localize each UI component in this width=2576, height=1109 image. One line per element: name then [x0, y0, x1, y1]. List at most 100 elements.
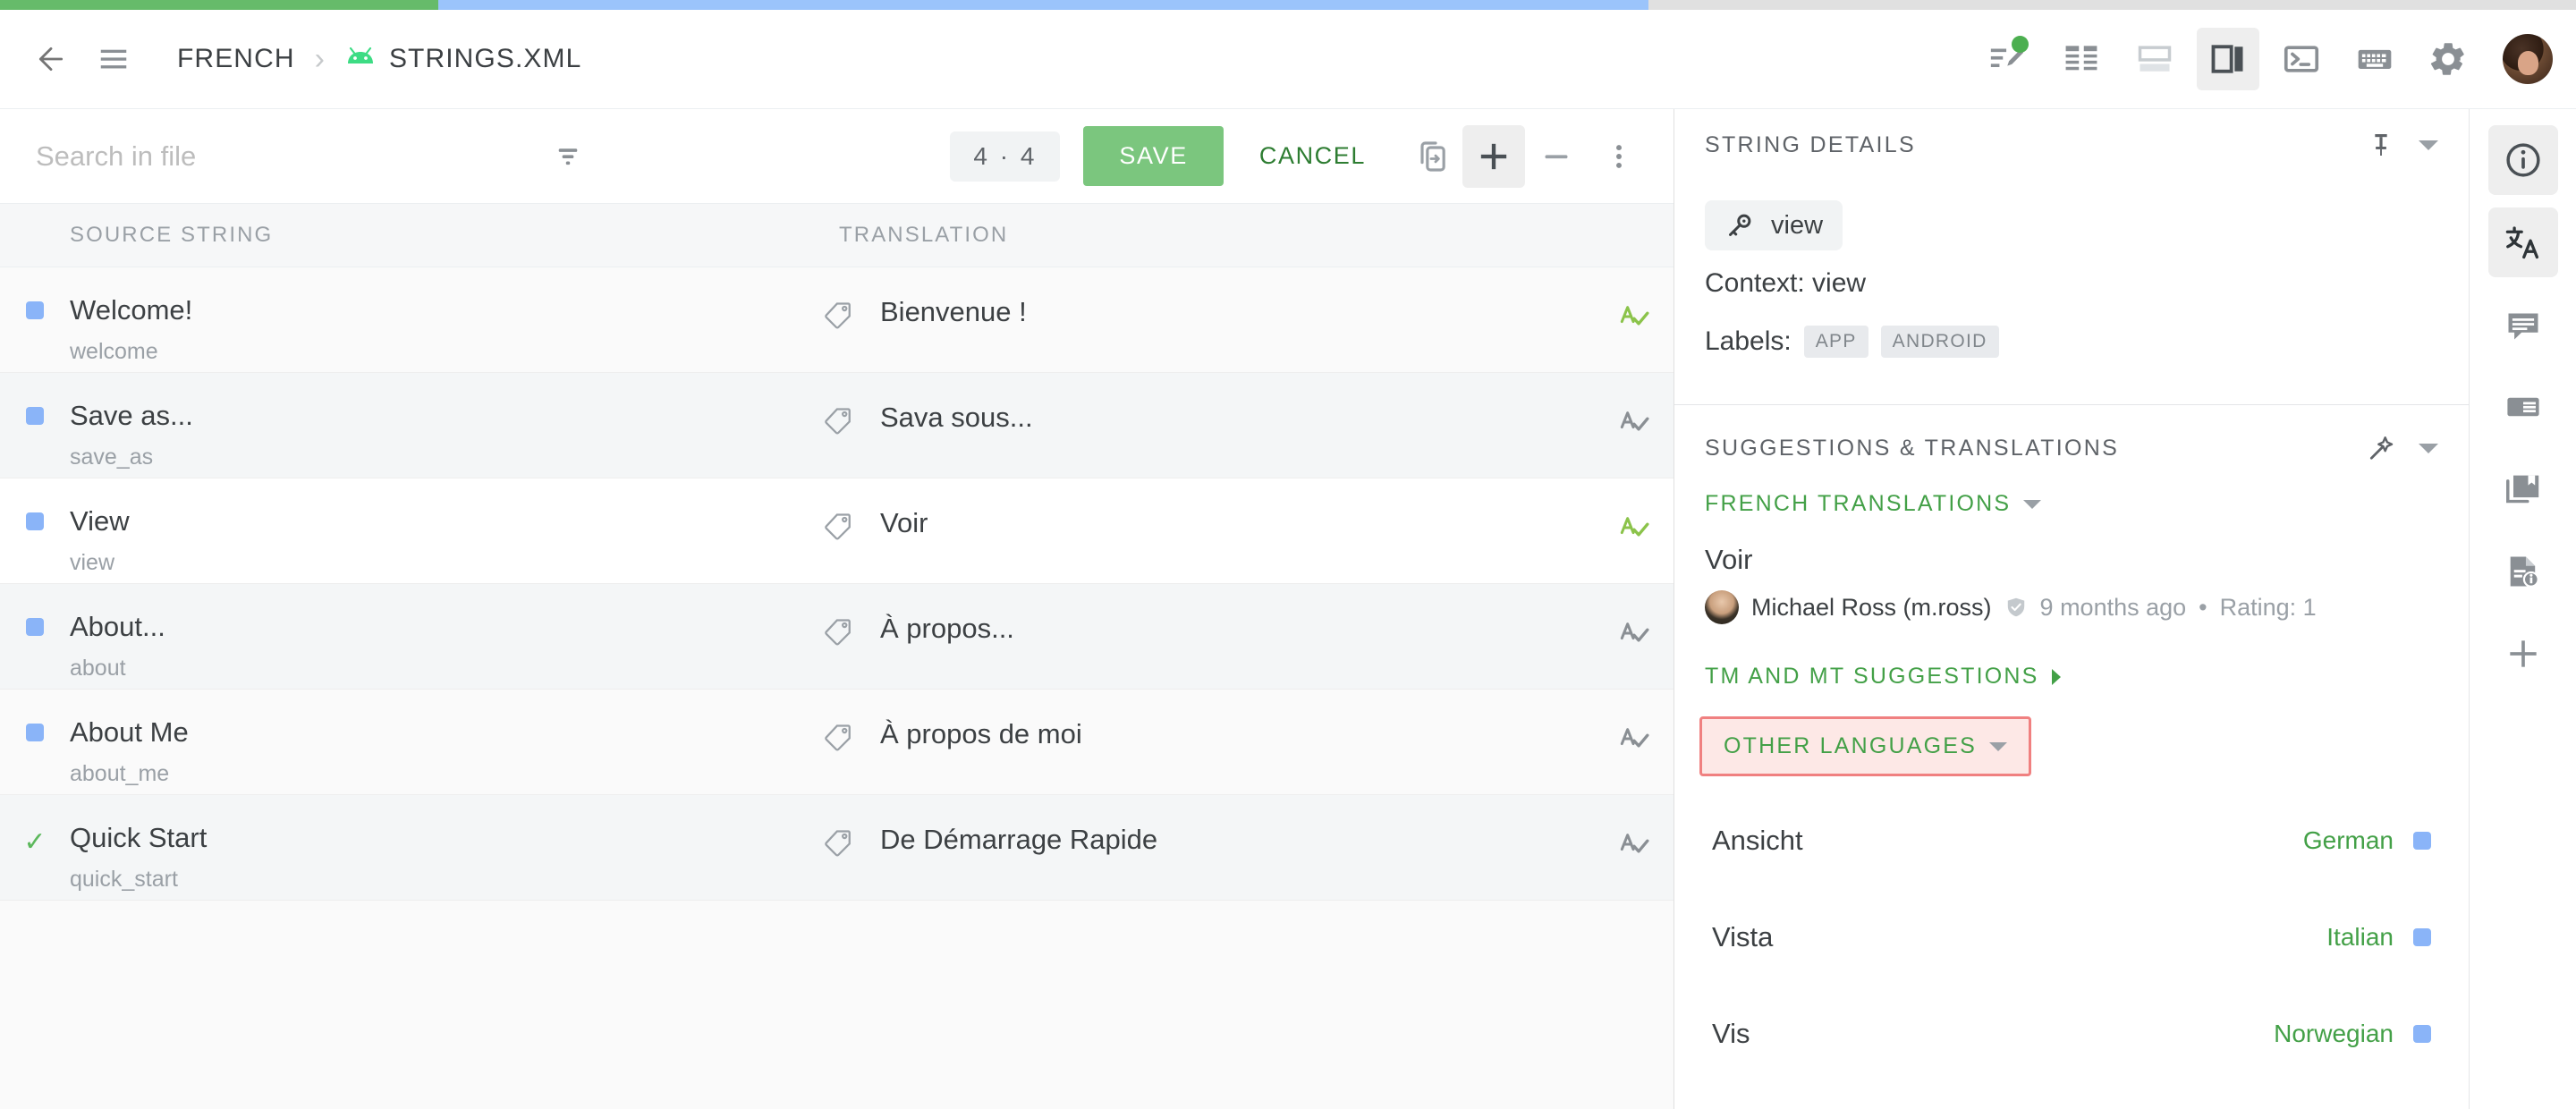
- other-language-name: Italian: [2326, 923, 2394, 951]
- table-row[interactable]: About... about À propos...: [0, 584, 1674, 690]
- breadcrumb-language-label: FRENCH: [177, 44, 295, 73]
- row-spellcheck-button[interactable]: [1593, 795, 1674, 861]
- vertical-split-button[interactable]: [2197, 28, 2259, 90]
- remove-string-button[interactable]: [1525, 125, 1588, 188]
- glossary-icon: [2504, 470, 2543, 509]
- add-icon: [2504, 634, 2543, 673]
- row-translation[interactable]: Voir: [871, 478, 1593, 539]
- file-info-rail-button[interactable]: [2488, 537, 2558, 606]
- suggestions-section: SUGGESTIONS & TRANSLATIONS FRENCH TRANSL…: [1674, 405, 2469, 1082]
- glossary-rail-button[interactable]: [2488, 454, 2558, 524]
- right-icon-rail: [2469, 109, 2576, 1109]
- string-context: Context: view: [1705, 268, 1867, 298]
- row-tag-button[interactable]: [805, 795, 871, 858]
- row-translation[interactable]: À propos de moi: [871, 690, 1593, 750]
- header-tools: [1977, 28, 2576, 90]
- row-spellcheck-button[interactable]: [1593, 267, 1674, 334]
- row-spellcheck-button[interactable]: [1593, 690, 1674, 756]
- other-language-row[interactable]: Vis Norwegian: [1705, 986, 2438, 1082]
- more-vertical-icon: [1616, 144, 1622, 168]
- group-other-languages[interactable]: OTHER LANGUAGES: [1699, 716, 2032, 776]
- other-language-row[interactable]: Ansicht German: [1705, 792, 2438, 889]
- row-tag-button[interactable]: [805, 373, 871, 436]
- breadcrumb-language[interactable]: FRENCH: [177, 44, 295, 74]
- table-row[interactable]: About Me about_me À propos de moi: [0, 690, 1674, 795]
- add-string-button[interactable]: [1462, 124, 1525, 188]
- table-row[interactable]: ✓ Quick Start quick_start De Démarrage Rapi…: [0, 795, 1674, 901]
- user-avatar[interactable]: [2503, 34, 2553, 84]
- info-rail-button[interactable]: [2487, 125, 2558, 195]
- row-translation[interactable]: De Démarrage Rapide: [871, 795, 1593, 856]
- auto-fix-icon: [2369, 436, 2394, 460]
- pin-button[interactable]: [2367, 131, 2395, 159]
- row-spellcheck-button[interactable]: [1593, 584, 1674, 650]
- table-row[interactable]: Save as... save_as Sava sous...: [0, 373, 1674, 478]
- progress-segment-translated: [0, 0, 438, 10]
- group-tm-mt-suggestions[interactable]: TM AND MT SUGGESTIONS: [1705, 664, 2061, 690]
- other-language-name: Norwegian: [2274, 1020, 2394, 1047]
- row-translation[interactable]: Bienvenue !: [871, 267, 1593, 328]
- copy-to-button[interactable]: [1400, 125, 1462, 188]
- edit-mode-button[interactable]: [1977, 28, 2039, 90]
- article-rail-button[interactable]: [2488, 372, 2558, 442]
- add-rail-button[interactable]: [2488, 619, 2558, 689]
- file-progress-bar: [0, 0, 2576, 10]
- row-tag-button[interactable]: [805, 690, 871, 752]
- row-status-square-icon: [26, 301, 44, 319]
- keyboard-button[interactable]: [2343, 28, 2406, 90]
- string-details-header: STRING DETAILS: [1705, 109, 2438, 181]
- table-layout-button[interactable]: [2050, 28, 2113, 90]
- row-source: About Me about_me: [70, 690, 805, 787]
- label-badge-app[interactable]: APP: [1803, 326, 1868, 358]
- more-options-button[interactable]: [1588, 125, 1650, 188]
- spellcheck-icon: [1620, 834, 1649, 853]
- detail-side-panel: STRING DETAILS view Context: view Labels…: [1674, 109, 2469, 1109]
- breadcrumb-file[interactable]: STRINGS.XML: [344, 44, 581, 74]
- table-row[interactable]: View view Voir: [0, 478, 1674, 584]
- group-french-translations[interactable]: FRENCH TRANSLATIONS: [1705, 491, 2042, 517]
- string-labels-row: Labels: APP ANDROID: [1705, 326, 2438, 358]
- suggestions-collapse[interactable]: [2419, 443, 2438, 453]
- cancel-button[interactable]: CANCEL: [1236, 126, 1389, 186]
- settings-button[interactable]: [2417, 28, 2479, 90]
- other-language-row[interactable]: Vista Italian: [1705, 889, 2438, 986]
- chevron-down-icon: [2023, 499, 2042, 509]
- string-key-chip[interactable]: view: [1705, 200, 1843, 250]
- auto-fix-button[interactable]: [2367, 434, 2395, 462]
- horizontal-split-button[interactable]: [2123, 28, 2186, 90]
- back-button[interactable]: [20, 28, 82, 90]
- table-row[interactable]: Welcome! welcome Bienvenue !: [0, 267, 1674, 373]
- row-translation[interactable]: Sava sous...: [871, 373, 1593, 434]
- string-details-collapse[interactable]: [2419, 140, 2438, 150]
- save-button[interactable]: SAVE: [1083, 126, 1224, 186]
- tag-icon: [825, 830, 851, 857]
- row-source: Save as... save_as: [70, 373, 805, 470]
- row-spellcheck-button[interactable]: [1593, 373, 1674, 439]
- translate-rail-button[interactable]: [2487, 207, 2558, 277]
- menu-button[interactable]: [82, 28, 145, 90]
- tag-icon: [825, 302, 851, 329]
- suggestion-time: 9 months ago: [2039, 593, 2187, 621]
- comment-rail-button[interactable]: [2488, 290, 2558, 360]
- row-tag-button[interactable]: [805, 478, 871, 541]
- tag-icon: [825, 724, 851, 751]
- info-icon: [2504, 140, 2543, 180]
- copy-to-icon: [1420, 140, 1445, 172]
- chevron-down-icon: [1989, 741, 2008, 751]
- breadcrumb-file-label: STRINGS.XML: [388, 44, 582, 73]
- filter-button[interactable]: [537, 125, 599, 188]
- top-header: FRENCH › STRINGS.XML: [0, 10, 2576, 109]
- row-tag-button[interactable]: [805, 584, 871, 647]
- terminal-button[interactable]: [2270, 28, 2333, 90]
- row-tag-button[interactable]: [805, 267, 871, 330]
- filter-icon: [558, 148, 578, 165]
- breadcrumb-separator: ›: [314, 42, 325, 76]
- row-translation[interactable]: À propos...: [871, 584, 1593, 645]
- search-input[interactable]: [36, 140, 537, 173]
- label-badge-android[interactable]: ANDROID: [1880, 326, 1999, 358]
- terminal-icon: [2284, 46, 2319, 72]
- row-spellcheck-button[interactable]: [1593, 478, 1674, 545]
- string-counter: 4 · 4: [950, 131, 1061, 182]
- suggestion-text: Voir: [1705, 544, 1753, 575]
- keyboard-icon: [2358, 49, 2392, 69]
